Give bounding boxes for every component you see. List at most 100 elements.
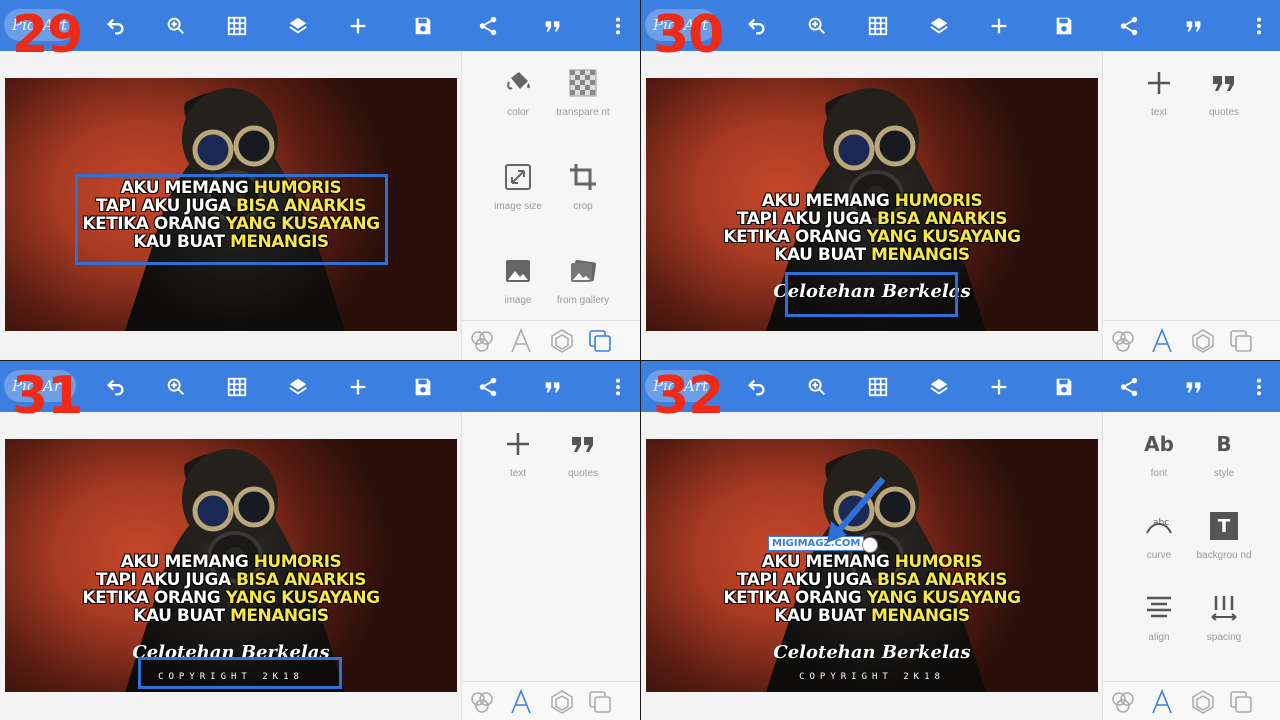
tool-background[interactable]: Tbackgrou nd	[1189, 508, 1259, 562]
tool-quotes[interactable]: quotes	[548, 426, 618, 480]
zoom-icon	[165, 15, 187, 37]
tool-gallery[interactable]: from gallery	[548, 253, 618, 307]
quote-line: KETIKA ORANG YANG KUSAYANG	[723, 588, 1021, 608]
grid-button[interactable]	[858, 0, 898, 51]
blend-tab[interactable]	[1105, 686, 1141, 718]
text-tool-icon	[508, 328, 534, 354]
undo-button[interactable]	[96, 0, 136, 51]
shape-tab[interactable]	[544, 325, 580, 357]
tool-curve[interactable]: abc curve	[1124, 508, 1194, 562]
add-button[interactable]	[979, 0, 1019, 51]
tool-label: transpare nt	[556, 107, 610, 118]
grid-button[interactable]	[217, 361, 257, 412]
step-panel-29: PicsArt 29 AKU MEMANG HUMORIS TAPI AKU JUGA…	[0, 0, 640, 360]
quote-button[interactable]	[1174, 0, 1214, 51]
layers-button[interactable]	[919, 361, 959, 412]
tool-crop[interactable]: crop	[548, 159, 618, 213]
grid-button[interactable]	[217, 0, 257, 51]
text-tool-tab[interactable]	[1144, 325, 1180, 357]
editor-canvas[interactable]: AKU MEMANG HUMORIS TAPI AKU JUGA BISA ANA…	[646, 439, 1098, 692]
quote-line: TAPI AKU JUGA BISA ANARKIS	[95, 570, 367, 590]
share-button[interactable]	[468, 0, 508, 51]
quote-button[interactable]	[533, 361, 573, 412]
add-button[interactable]	[338, 0, 378, 51]
layer-tool-tab[interactable]	[582, 686, 618, 718]
text-tool-tab[interactable]	[503, 325, 539, 357]
font-icon: Ab	[1144, 432, 1174, 456]
blend-tab[interactable]	[464, 686, 500, 718]
grid-button[interactable]	[858, 361, 898, 412]
layer-tool-tab[interactable]	[582, 325, 618, 357]
shape-tab[interactable]	[1185, 325, 1221, 357]
zoom-button[interactable]	[156, 361, 196, 412]
more-button[interactable]	[598, 361, 638, 412]
zoom-button[interactable]	[797, 361, 837, 412]
layers-button[interactable]	[919, 0, 959, 51]
more-button[interactable]	[1239, 0, 1279, 51]
top-toolbar: PicsArt 31	[0, 361, 640, 426]
layers-button[interactable]	[278, 361, 318, 412]
tool-plus[interactable]: text	[1124, 65, 1194, 119]
editor-canvas[interactable]: AKU MEMANG HUMORIS TAPI AKU JUGA BISA ANA…	[646, 78, 1098, 331]
more-button[interactable]	[1239, 361, 1279, 412]
text-tool-tab[interactable]	[503, 686, 539, 718]
quote-text[interactable]: AKU MEMANG HUMORIS TAPI AKU JUGA BISA ANA…	[646, 553, 1098, 625]
copyright-text[interactable]: COPYRIGHT 2K18	[646, 672, 1098, 682]
undo-button[interactable]	[737, 0, 777, 51]
style-icon: B	[1216, 432, 1232, 456]
quote-button[interactable]	[533, 0, 573, 51]
add-button[interactable]	[338, 361, 378, 412]
quote-icon	[542, 376, 564, 398]
quote-button[interactable]	[1174, 361, 1214, 412]
blend-tab[interactable]	[464, 325, 500, 357]
undo-button[interactable]	[96, 361, 136, 412]
tool-plus[interactable]: text	[483, 426, 553, 480]
zoom-icon	[806, 376, 828, 398]
shape-tab[interactable]	[544, 686, 580, 718]
shape-icon	[549, 328, 575, 354]
zoom-button[interactable]	[156, 0, 196, 51]
tool-transparent[interactable]: transpare nt	[548, 65, 618, 119]
shape-tab[interactable]	[1185, 686, 1221, 718]
layer-tool-tab[interactable]	[1223, 325, 1259, 357]
brand-text[interactable]: Celotehan Berkelas	[646, 642, 1098, 663]
share-button[interactable]	[468, 361, 508, 412]
blend-icon	[1110, 328, 1136, 354]
tool-resize[interactable]: image size	[483, 159, 553, 213]
blend-tab[interactable]	[1105, 325, 1141, 357]
quote-line: AKU MEMANG HUMORIS	[761, 552, 983, 572]
tool-font[interactable]: Ab font	[1124, 426, 1194, 480]
tool-spacing[interactable]: spacing	[1189, 590, 1259, 644]
save-icon	[412, 15, 434, 37]
quote-icon	[542, 15, 564, 37]
editor-canvas[interactable]: AKU MEMANG HUMORIS TAPI AKU JUGA BISA ANA…	[5, 439, 457, 692]
save-button[interactable]	[403, 361, 443, 412]
share-button[interactable]	[1109, 361, 1149, 412]
layers-icon	[287, 376, 309, 398]
tool-style[interactable]: Bstyle	[1189, 426, 1259, 480]
quote-icon	[1183, 15, 1205, 37]
tool-image[interactable]: image	[483, 253, 553, 307]
tool-paint-bucket[interactable]: color	[483, 65, 553, 119]
text-tool-tab[interactable]	[1144, 686, 1180, 718]
tool-quotes[interactable]: quotes	[1189, 65, 1259, 119]
bottom-tabbar	[462, 320, 640, 360]
more-button[interactable]	[598, 0, 638, 51]
add-button[interactable]	[979, 361, 1019, 412]
quote-text[interactable]: AKU MEMANG HUMORIS TAPI AKU JUGA BISA ANA…	[5, 553, 457, 625]
quote-line: AKU MEMANG HUMORIS	[120, 552, 342, 572]
share-button[interactable]	[1109, 0, 1149, 51]
layer-tool-tab[interactable]	[1223, 686, 1259, 718]
bottom-tabbar	[1103, 320, 1280, 360]
undo-button[interactable]	[737, 361, 777, 412]
zoom-button[interactable]	[797, 0, 837, 51]
save-button[interactable]	[1044, 0, 1084, 51]
tool-align[interactable]: align	[1124, 590, 1194, 644]
share-icon	[1118, 376, 1140, 398]
plus-icon	[483, 426, 553, 462]
save-button[interactable]	[1044, 361, 1084, 412]
editor-canvas[interactable]: AKU MEMANG HUMORIS TAPI AKU JUGA BISA ANA…	[5, 78, 457, 331]
quote-text[interactable]: AKU MEMANG HUMORIS TAPI AKU JUGA BISA ANA…	[646, 192, 1098, 264]
layers-button[interactable]	[278, 0, 318, 51]
save-button[interactable]	[403, 0, 443, 51]
